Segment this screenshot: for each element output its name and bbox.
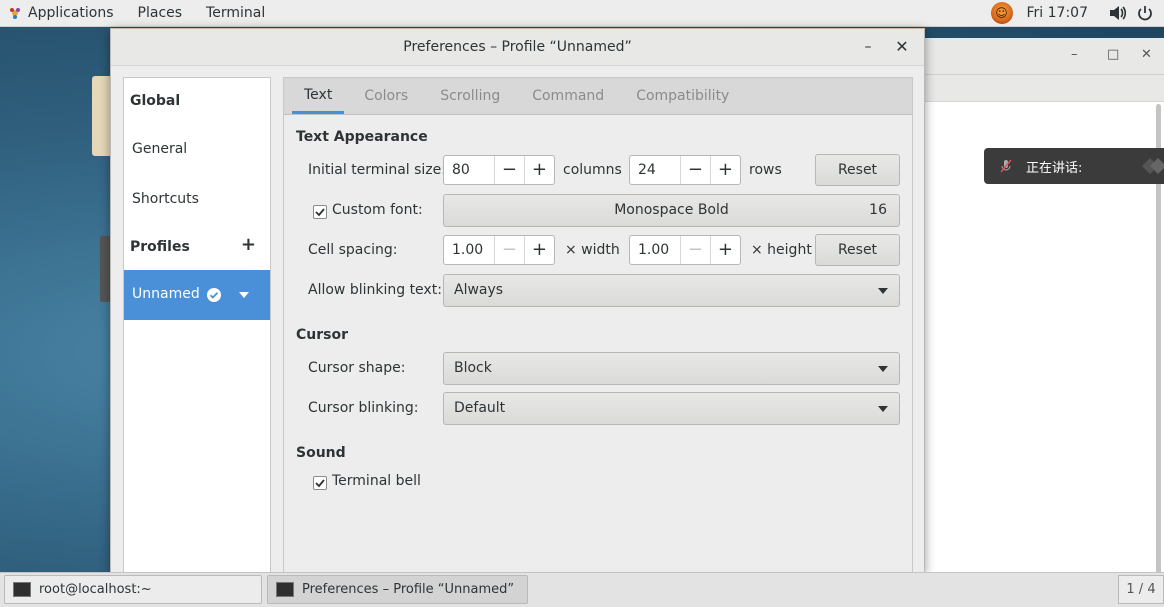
profile-label: Unnamed [132,286,200,302]
background-terminal-window[interactable]: – □ ✕ [924,38,1164,604]
rows-value[interactable]: 24 [630,156,681,184]
taskbar-item-label: root@localhost:~ [39,582,152,597]
width-decrement-button[interactable]: − [495,236,525,264]
cursor-shape-dropdown[interactable]: Block [443,352,900,385]
profile-settings-panel: Text Colors Scrolling Command Compatibil… [283,77,913,574]
taskbar-item-terminal[interactable]: root@localhost:~ [4,575,262,604]
terminal-icon [276,582,294,597]
minimize-icon[interactable]: – [1071,47,1078,62]
power-icon[interactable] [1136,4,1154,22]
width-spinner[interactable]: 1.00 − + [443,235,555,265]
custom-font-checkbox[interactable] [313,205,327,219]
taskbar: root@localhost:~ Preferences – Profile “… [0,572,1164,607]
height-value[interactable]: 1.00 [630,236,681,264]
blinking-text-label: Allow blinking text: [308,282,442,298]
checkmark-icon [315,479,325,488]
cursor-shape-label: Cursor shape: [308,360,406,376]
cursor-blinking-dropdown[interactable]: Default [443,392,900,425]
font-size: 16 [869,202,887,218]
minimize-button[interactable]: – [856,35,880,59]
columns-value[interactable]: 80 [444,156,495,184]
user-avatar-icon[interactable]: ☺ [990,2,1013,24]
columns-label: columns [563,162,622,178]
columns-spinner[interactable]: 80 − + [443,155,555,185]
height-increment-button[interactable]: + [711,236,740,264]
reset-spacing-button[interactable]: Reset [815,234,900,266]
cursor-heading: Cursor [296,327,349,343]
applications-menu[interactable]: Applications [16,0,126,26]
sidebar-item-shortcuts[interactable]: Shortcuts [132,191,199,207]
cursor-blinking-value: Default [454,400,506,416]
tab-command[interactable]: Command [520,78,616,114]
tab-bar: Text Colors Scrolling Command Compatibil… [284,78,912,115]
cell-spacing-label: Cell spacing: [308,242,398,258]
dropdown-arrow-icon [878,288,888,294]
dialog-title: Preferences – Profile “Unnamed” [111,29,924,66]
close-button[interactable]: ✕ [890,35,914,59]
sidebar-item-unnamed-profile[interactable]: Unnamed [124,270,270,320]
rows-decrement-button[interactable]: − [681,156,711,184]
width-label: × width [565,242,620,258]
taskbar-item-label: Preferences – Profile “Unnamed” [302,582,515,597]
cursor-blinking-label: Cursor blinking: [308,400,419,416]
dropdown-arrow-icon [878,366,888,372]
width-increment-button[interactable]: + [525,236,554,264]
sidebar-profiles-heading: Profiles [130,239,190,255]
muted-microphone-icon [1000,159,1012,173]
checkmark-icon [315,208,325,217]
background-titlebar: – □ ✕ [925,38,1164,75]
volume-icon[interactable] [1108,4,1126,22]
tab-compatibility[interactable]: Compatibility [624,78,741,114]
clock[interactable]: Fri 17:07 [1027,5,1088,21]
close-icon[interactable]: ✕ [1141,47,1152,62]
tab-text[interactable]: Text [292,78,345,114]
font-chooser-button[interactable]: Monospace Bold 16 [443,194,900,227]
notification-text: 正在讲话: [1026,160,1083,176]
rows-spinner[interactable]: 24 − + [629,155,741,185]
sidebar-item-general[interactable]: General [132,141,187,157]
add-profile-button[interactable]: + [241,236,256,254]
maximize-icon[interactable]: □ [1107,47,1119,62]
background-toolbar [925,75,1164,102]
terminal-menu[interactable]: Terminal [194,0,277,26]
sidebar: Global General Shortcuts Profiles + Unna… [123,77,271,575]
reset-size-button[interactable]: Reset [815,154,900,186]
custom-font-label: Custom font: [332,202,423,218]
top-bar: Applications Places Terminal ☺ Fri 17:07 [0,0,1164,27]
terminal-bell-label: Terminal bell [332,473,421,489]
decoration-icon [1142,158,1164,174]
columns-decrement-button[interactable]: − [495,156,525,184]
tab-colors[interactable]: Colors [352,78,420,114]
terminal-bell-checkbox[interactable] [313,476,327,490]
places-menu[interactable]: Places [126,0,195,26]
width-value[interactable]: 1.00 [444,236,495,264]
font-name: Monospace Bold [614,202,729,218]
initial-size-label: Initial terminal size: [308,162,446,178]
speaking-notification: 正在讲话: [984,148,1164,184]
cursor-shape-value: Block [454,360,492,376]
taskbar-item-preferences[interactable]: Preferences – Profile “Unnamed” [267,575,528,604]
height-decrement-button[interactable]: − [681,236,711,264]
tab-scrolling[interactable]: Scrolling [428,78,512,114]
workspace-indicator[interactable]: 1 / 4 [1118,575,1164,604]
desktop-file-icon[interactable] [92,76,112,156]
columns-increment-button[interactable]: + [525,156,554,184]
dropdown-arrow-icon [878,406,888,412]
rows-increment-button[interactable]: + [711,156,740,184]
default-profile-check-icon [207,288,221,302]
terminal-icon [13,582,31,597]
height-label: × height [751,242,812,258]
sound-heading: Sound [296,445,346,461]
text-appearance-heading: Text Appearance [296,129,428,145]
preferences-dialog: Preferences – Profile “Unnamed” – ✕ Glob… [110,28,925,575]
sidebar-item-global[interactable]: Global [130,93,180,109]
rows-label: rows [749,162,782,178]
height-spinner[interactable]: 1.00 − + [629,235,741,265]
blinking-text-value: Always [454,282,504,298]
profile-menu-arrow-icon[interactable] [238,289,250,301]
blinking-text-dropdown[interactable]: Always [443,274,900,307]
